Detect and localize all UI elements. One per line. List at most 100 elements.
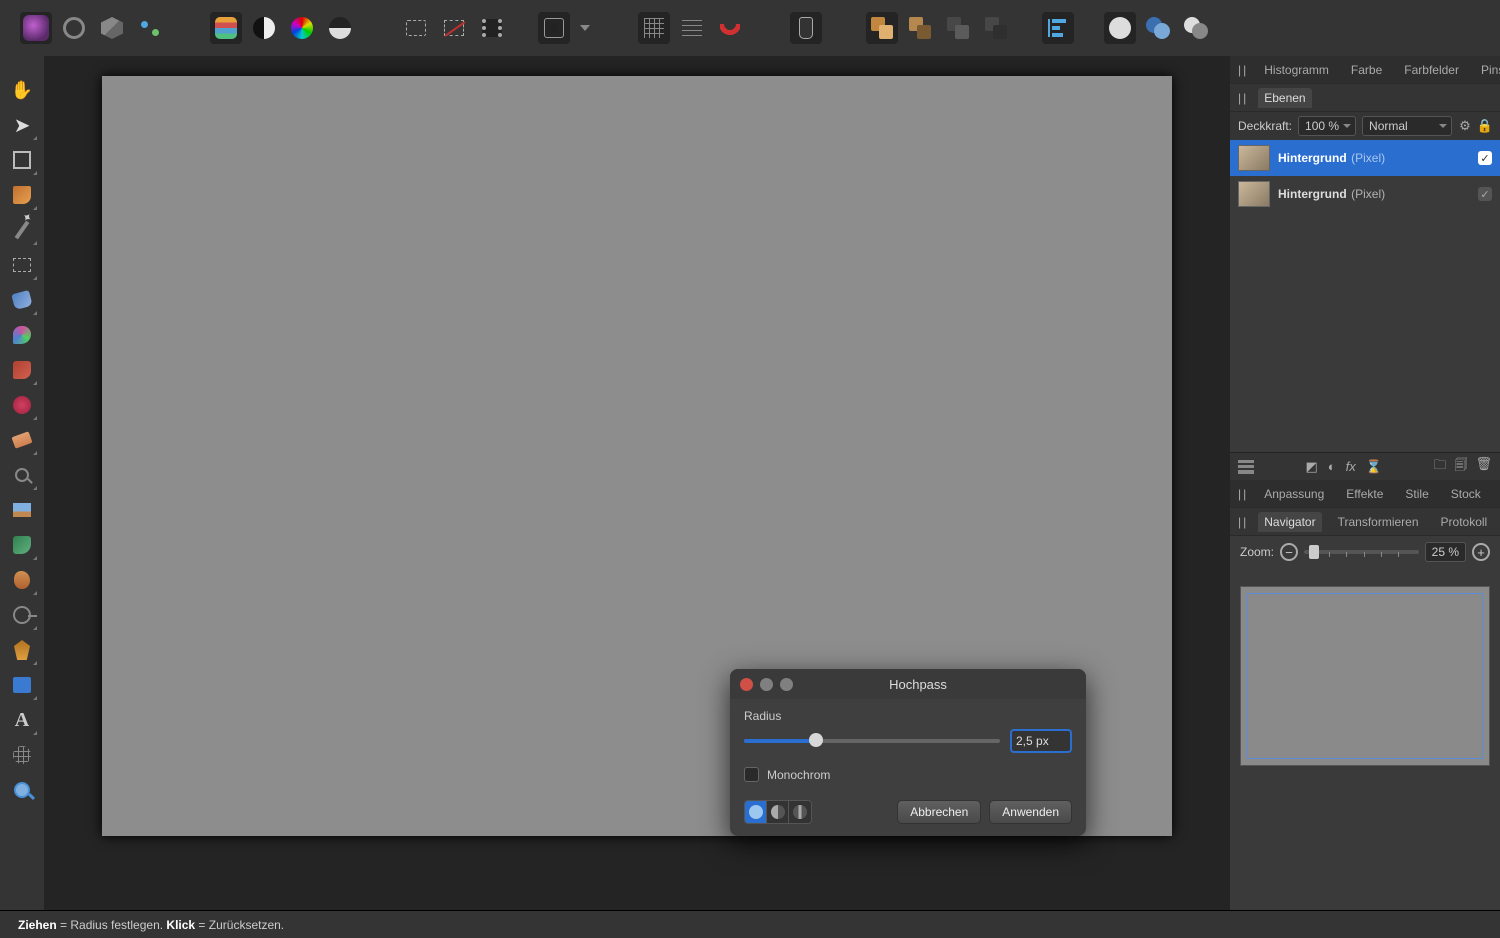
zoom-tool[interactable] <box>8 776 36 804</box>
move-tool[interactable]: ➤ <box>8 111 36 139</box>
smudge-tool[interactable] <box>8 566 36 594</box>
zoom-eyedropper-tool[interactable] <box>8 461 36 489</box>
adjust-layer-icon[interactable]: ◐ <box>1328 459 1336 475</box>
persona-liquify[interactable] <box>58 12 90 44</box>
layers-icon[interactable] <box>1238 460 1254 474</box>
preview-mode-3[interactable] <box>789 801 811 823</box>
delete-layer-icon[interactable]: 🗑 <box>1475 456 1492 478</box>
split-tone-button[interactable] <box>324 12 356 44</box>
tab-fx[interactable]: Effekte <box>1340 484 1389 504</box>
preview-mode-1[interactable] <box>745 801 767 823</box>
radius-input[interactable] <box>1010 729 1072 753</box>
monochrome-checkbox[interactable] <box>744 767 759 782</box>
gear-icon[interactable]: ⚙ <box>1458 119 1472 133</box>
apply-button[interactable]: Anwenden <box>989 800 1072 824</box>
bool-sub-button[interactable] <box>1142 12 1174 44</box>
layer-visibility-checkbox[interactable]: ✓ <box>1478 187 1492 201</box>
radius-slider[interactable] <box>744 739 1000 743</box>
hand-tool[interactable]: ✋ <box>8 76 36 104</box>
pen-tool[interactable] <box>8 636 36 664</box>
preview-mode-segment <box>744 800 812 824</box>
selection-new-button[interactable] <box>400 12 432 44</box>
layer-visibility-checkbox[interactable]: ✓ <box>1478 151 1492 165</box>
wet-brush-tool[interactable] <box>8 531 36 559</box>
arrange-forward-button[interactable] <box>942 12 974 44</box>
color-brush-tool[interactable] <box>8 321 36 349</box>
swatches-button[interactable] <box>210 12 242 44</box>
dashed-rect-icon <box>406 20 426 36</box>
tab-layers[interactable]: Ebenen <box>1258 88 1311 108</box>
opacity-dropdown[interactable]: 100 % <box>1298 116 1356 136</box>
blendmode-dropdown[interactable]: Normal <box>1362 116 1452 136</box>
zoom-out-button[interactable]: − <box>1280 543 1298 561</box>
folder-icon[interactable]: 🗀 <box>1433 456 1446 478</box>
persona-develop[interactable] <box>96 12 128 44</box>
align-left-icon <box>1048 19 1068 37</box>
text-tool[interactable]: A <box>8 706 36 734</box>
dodge-tool[interactable] <box>8 601 36 629</box>
tab-histogram[interactable]: Histogramm <box>1258 60 1335 80</box>
selection-deselect-button[interactable] <box>438 12 470 44</box>
fx-icon[interactable]: fx <box>1346 459 1356 475</box>
mesh-tool[interactable] <box>8 741 36 769</box>
selection-invert-button[interactable] <box>476 12 508 44</box>
shape-tool[interactable] <box>8 671 36 699</box>
persona-export[interactable] <box>134 12 166 44</box>
arrange-front-button[interactable] <box>866 12 898 44</box>
bool-add-button[interactable] <box>1104 12 1136 44</box>
landscape-tool[interactable] <box>8 496 36 524</box>
tab-history[interactable]: Protokoll <box>1435 512 1494 532</box>
mask-icon[interactable]: ◩ <box>1306 459 1318 475</box>
add-layer-icon[interactable]: 🗐 <box>1454 456 1467 478</box>
close-traffic-light[interactable] <box>740 678 753 691</box>
pen-icon <box>14 640 30 660</box>
guides-toggle[interactable] <box>676 12 708 44</box>
live-filter-icon[interactable]: ⌛ <box>1366 459 1382 475</box>
persona-photo[interactable] <box>20 12 52 44</box>
paint-brush-tool[interactable] <box>8 356 36 384</box>
tab-transform[interactable]: Transformieren <box>1332 512 1425 532</box>
zoom-slider[interactable] <box>1304 550 1419 554</box>
selection-brush-tool[interactable] <box>8 181 36 209</box>
layer-row[interactable]: Hintergrund (Pixel) ✓ <box>1230 176 1500 212</box>
zoom-slider-thumb[interactable] <box>1309 545 1319 559</box>
align-button[interactable] <box>1042 12 1074 44</box>
radius-slider-thumb[interactable] <box>809 733 823 747</box>
bw-adjust-button[interactable] <box>248 12 280 44</box>
cancel-button[interactable]: Abbrechen <box>897 800 981 824</box>
layers-footer: ◩ ◐ fx ⌛ 🗀 🗐 🗑 <box>1230 452 1500 480</box>
marquee-tool[interactable] <box>8 251 36 279</box>
zoom-in-button[interactable]: + <box>1472 543 1490 561</box>
tab-swatches[interactable]: Farbfelder <box>1398 60 1465 80</box>
arrange-back-button[interactable] <box>904 12 936 44</box>
ring-icon <box>63 17 85 39</box>
arrange-backward-button[interactable] <box>980 12 1012 44</box>
zoom-value[interactable]: 25 % <box>1425 542 1466 562</box>
navigator-preview[interactable] <box>1240 586 1490 766</box>
hue-wheel-button[interactable] <box>286 12 318 44</box>
fill-tool[interactable] <box>8 286 36 314</box>
crop-tool[interactable] <box>8 146 36 174</box>
navigator-viewport[interactable] <box>1247 593 1483 759</box>
tab-color[interactable]: Farbe <box>1345 60 1388 80</box>
brush-icon <box>13 186 31 204</box>
tab-navigator[interactable]: Navigator <box>1258 512 1321 532</box>
magic-wand-tool[interactable] <box>8 216 36 244</box>
layer-row[interactable]: Hintergrund (Pixel) ✓ <box>1230 140 1500 176</box>
quick-mask-dropdown[interactable] <box>576 12 594 44</box>
heal-tool[interactable] <box>8 391 36 419</box>
eraser-tool[interactable] <box>8 426 36 454</box>
bool-int-button[interactable] <box>1180 12 1212 44</box>
tab-adjust[interactable]: Anpassung <box>1258 484 1330 504</box>
dialog-titlebar[interactable]: Hochpass <box>730 669 1086 699</box>
tab-brush[interactable]: Pinsel <box>1475 60 1500 80</box>
preview-mode-2[interactable] <box>767 801 789 823</box>
snap-toggle[interactable] <box>714 12 746 44</box>
grid-toggle[interactable] <box>638 12 670 44</box>
tab-styles[interactable]: Stile <box>1399 484 1434 504</box>
lock-icon[interactable]: 🔒 <box>1478 119 1492 133</box>
tab-stock[interactable]: Stock <box>1445 484 1487 504</box>
layer-thumb-icon <box>1238 145 1270 171</box>
quick-mask-button[interactable] <box>538 12 570 44</box>
spray-history-button[interactable] <box>790 12 822 44</box>
